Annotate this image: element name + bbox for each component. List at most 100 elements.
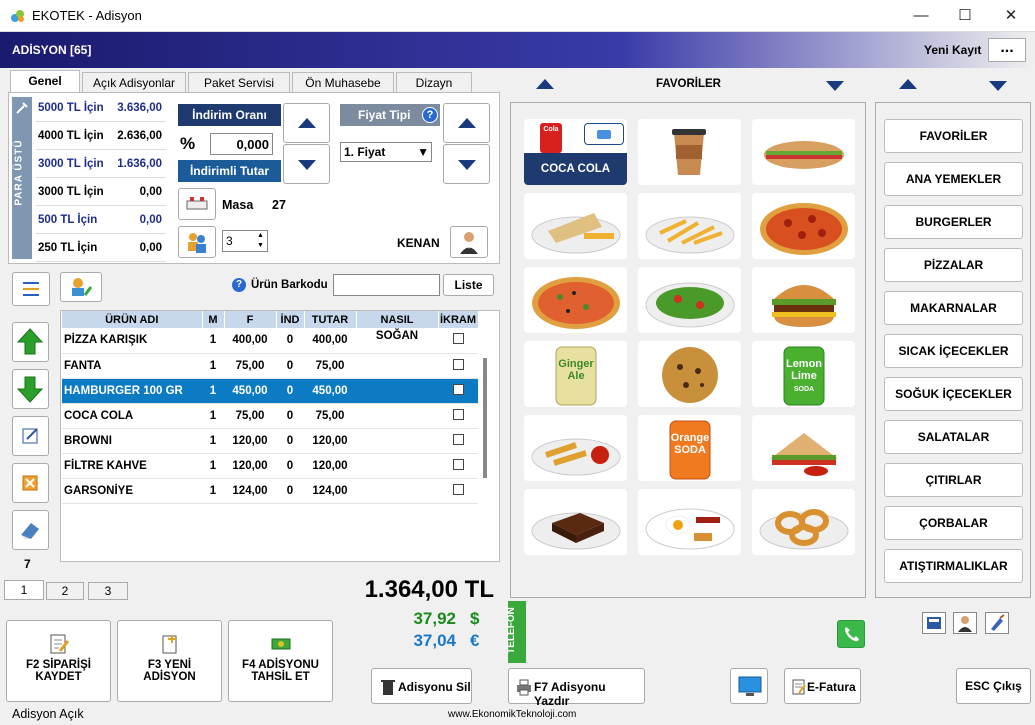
- category-button[interactable]: SALATALAR: [884, 420, 1023, 454]
- table-row[interactable]: HAMBURGER 100 GR 1 450,00 0 450,00: [62, 378, 478, 404]
- close-button[interactable]: ✕: [988, 0, 1034, 32]
- table-button[interactable]: [178, 188, 216, 220]
- table-row[interactable]: FANTA 1 75,00 0 75,00: [62, 353, 478, 379]
- discounted-amount-button[interactable]: İndirimli Tutar: [178, 160, 281, 182]
- print-order-button[interactable]: F7 Adisyonu Yazdır: [508, 668, 645, 708]
- product-info-icon[interactable]: [584, 123, 624, 145]
- tab-acik-adisyonlar[interactable]: Açık Adisyonlar: [82, 72, 186, 94]
- delete-item-button[interactable]: [12, 463, 49, 503]
- discount-rate-button[interactable]: İndirim Oranı: [178, 104, 281, 126]
- product-tile[interactable]: Orange SODA: [638, 415, 741, 481]
- product-tile[interactable]: [638, 267, 741, 333]
- price-type-select[interactable]: 1. Fiyat ▼: [340, 142, 432, 162]
- eraser-button[interactable]: [12, 510, 49, 550]
- product-tile[interactable]: [752, 267, 855, 333]
- category-button[interactable]: FAVORİLER: [884, 119, 1023, 153]
- category-button[interactable]: PİZZALAR: [884, 248, 1023, 282]
- move-down-button[interactable]: [12, 369, 49, 409]
- tab-paket-servisi[interactable]: Paket Servisi: [188, 72, 290, 94]
- category-button[interactable]: ÇITIRLAR: [884, 463, 1023, 497]
- category-button[interactable]: BURGERLER: [884, 205, 1023, 239]
- product-tile[interactable]: [638, 489, 741, 555]
- efatura-button[interactable]: E-Fatura: [784, 668, 861, 704]
- more-button[interactable]: ...: [988, 38, 1026, 62]
- product-tile[interactable]: [752, 193, 855, 259]
- monitor-button[interactable]: [730, 668, 768, 704]
- guests-button[interactable]: [178, 226, 216, 258]
- barcode-help-icon[interactable]: ?: [232, 278, 246, 292]
- save-order-button[interactable]: F2 SİPARİŞİ KAYDET: [6, 620, 111, 702]
- product-tile[interactable]: Cola COCA COLA: [524, 119, 627, 185]
- tab-dizayn[interactable]: Dizayn: [396, 72, 472, 94]
- table-row[interactable]: COCA COLA 1 75,00 0 75,00: [62, 403, 478, 429]
- complimentary-checkbox[interactable]: [452, 483, 464, 495]
- website-link[interactable]: www.EkonomikTeknoloji.com: [448, 709, 576, 720]
- guest-stepper[interactable]: ▲ ▼: [257, 231, 264, 251]
- price-type-up-button[interactable]: [443, 103, 490, 143]
- complimentary-checkbox[interactable]: [452, 358, 464, 370]
- category-button[interactable]: MAKARNALAR: [884, 291, 1023, 325]
- maximize-button[interactable]: ☐: [942, 0, 988, 32]
- delete-order-button[interactable]: Adisyonu Sil: [371, 668, 472, 704]
- product-tile[interactable]: Lemon Lime SODA: [752, 341, 855, 407]
- list-view-button[interactable]: [12, 272, 50, 306]
- column-header[interactable]: NASIL: [356, 311, 439, 328]
- complimentary-checkbox[interactable]: [452, 433, 464, 445]
- edit-user-button[interactable]: [60, 272, 102, 302]
- minimize-button[interactable]: —: [898, 0, 944, 32]
- page-tab-2[interactable]: 2: [46, 582, 84, 600]
- table-scrollbar[interactable]: [483, 358, 487, 478]
- column-header[interactable]: M: [202, 311, 225, 328]
- collect-payment-button[interactable]: F4 ADİSYONU TAHSİL ET: [228, 620, 333, 702]
- table-row[interactable]: FİLTRE KAHVE 1 120,00 0 120,00: [62, 453, 478, 479]
- phone-button[interactable]: [837, 620, 865, 648]
- discount-down-button[interactable]: [283, 144, 330, 184]
- complimentary-cell[interactable]: [438, 453, 478, 479]
- category-button[interactable]: ATIŞTIRMALIKLAR: [884, 549, 1023, 583]
- complimentary-checkbox[interactable]: [452, 333, 464, 345]
- complimentary-checkbox[interactable]: [452, 458, 464, 470]
- page-tab-1[interactable]: 1: [4, 580, 44, 600]
- category-scroll-down-icon[interactable]: [989, 81, 1007, 91]
- product-tile[interactable]: [638, 119, 741, 185]
- user-button[interactable]: [953, 612, 977, 634]
- barcode-input[interactable]: [333, 274, 440, 296]
- complimentary-cell[interactable]: [438, 353, 478, 379]
- product-tile[interactable]: [524, 415, 627, 481]
- product-scroll-down-icon[interactable]: [826, 81, 844, 91]
- price-type-down-button[interactable]: [443, 144, 490, 184]
- category-button[interactable]: SOĞUK İÇECEKLER: [884, 377, 1023, 411]
- product-tile[interactable]: [638, 193, 741, 259]
- column-header[interactable]: İND: [276, 311, 305, 328]
- complimentary-cell[interactable]: [438, 478, 478, 504]
- product-tile[interactable]: [752, 119, 855, 185]
- discount-up-button[interactable]: [283, 103, 330, 143]
- product-scroll-up-icon[interactable]: [536, 79, 554, 89]
- product-tile[interactable]: [752, 415, 855, 481]
- exit-button[interactable]: ESC Çıkış: [956, 668, 1031, 704]
- product-tile[interactable]: Ginger Ale: [524, 341, 627, 407]
- product-tile[interactable]: [752, 489, 855, 555]
- waiter-button[interactable]: [450, 226, 488, 258]
- paint-button[interactable]: [985, 612, 1009, 634]
- table-row[interactable]: PİZZA KARIŞIK 1 400,00 0 400,00 SOĞAN: [62, 328, 478, 354]
- complimentary-cell[interactable]: [438, 378, 478, 404]
- discount-rate-input[interactable]: [210, 133, 273, 155]
- table-row[interactable]: GARSONİYE 1 124,00 0 124,00: [62, 478, 478, 504]
- complimentary-checkbox[interactable]: [452, 408, 464, 420]
- complimentary-cell[interactable]: [438, 403, 478, 429]
- column-header[interactable]: İKRAM: [438, 311, 479, 328]
- complimentary-cell[interactable]: [438, 428, 478, 454]
- tab-on-muhasebe[interactable]: Ön Muhasebe: [292, 72, 394, 94]
- column-header[interactable]: TUTAR: [304, 311, 357, 328]
- category-scroll-up-icon[interactable]: [899, 79, 917, 89]
- complimentary-checkbox[interactable]: [452, 383, 464, 395]
- column-header[interactable]: F: [224, 311, 277, 328]
- new-order-button[interactable]: F3 YENİ ADİSYON: [117, 620, 222, 702]
- page-tab-3[interactable]: 3: [88, 582, 128, 600]
- category-button[interactable]: SICAK İÇECEKLER: [884, 334, 1023, 368]
- help-icon[interactable]: ?: [422, 107, 438, 123]
- edit-item-button[interactable]: [12, 416, 49, 456]
- product-tile[interactable]: [524, 193, 627, 259]
- product-tile[interactable]: [524, 489, 627, 555]
